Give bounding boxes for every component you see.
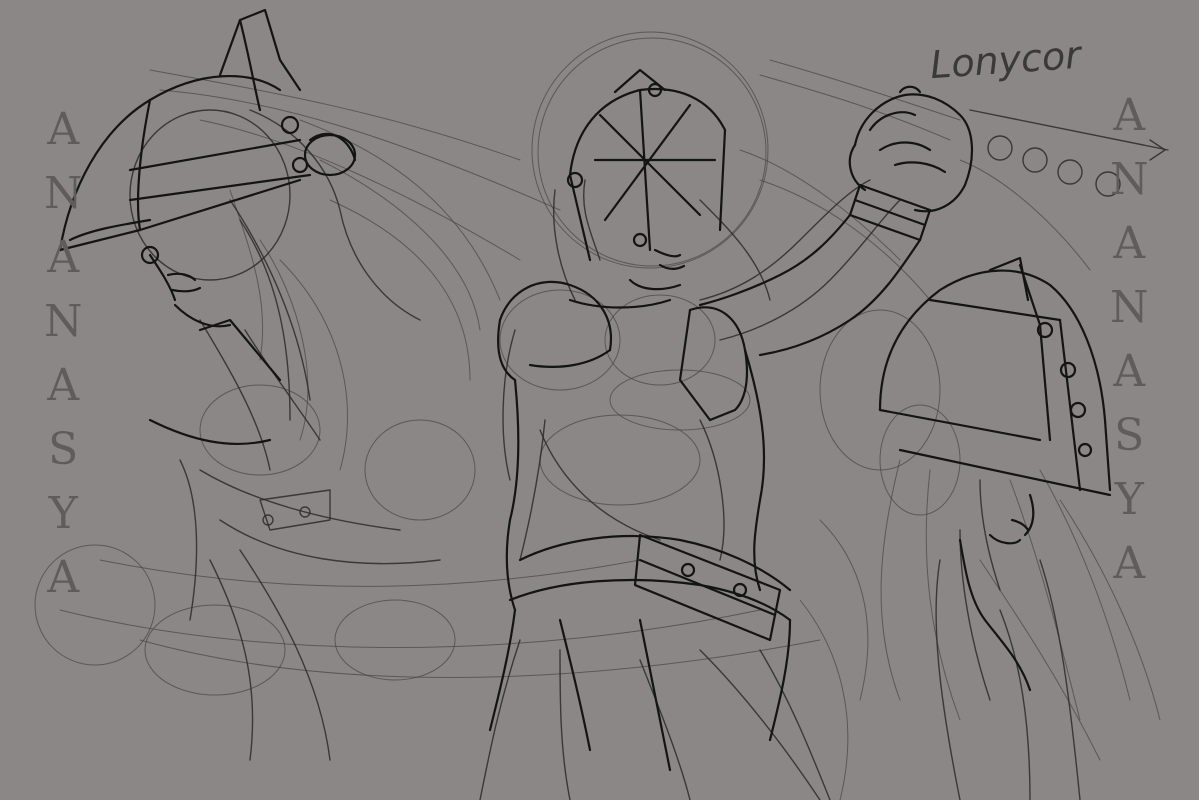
watermark-letter: N	[1110, 282, 1149, 333]
watermark-letter: Y	[1114, 474, 1144, 525]
watermark-letter: N	[1110, 154, 1149, 205]
watermark-letter: N	[44, 296, 83, 347]
artwork-canvas: ANANASYA ANANASYA Lonycor	[0, 0, 1199, 800]
watermark-letter: S	[48, 424, 79, 475]
watermark-letter: Y	[48, 488, 78, 539]
sketch-construction-lines	[34, 31, 1161, 800]
watermark-letter: N	[44, 168, 83, 219]
watermark-letter: A	[47, 232, 80, 283]
watermark-letter: S	[1114, 410, 1145, 461]
watermark-right: ANANASYA	[1110, 84, 1149, 596]
sketch-figure-outlines	[129, 109, 1169, 800]
watermark-letter: A	[1113, 346, 1146, 397]
watermark-letter: A	[1113, 90, 1146, 141]
watermark-letter: A	[47, 360, 80, 411]
watermark-letter: A	[47, 552, 80, 603]
watermark-letter: A	[47, 104, 80, 155]
watermark-letter: A	[1113, 538, 1146, 589]
watermark-letter: A	[1113, 218, 1146, 269]
watermark-left: ANANASYA	[44, 98, 83, 610]
pencil-sketch-three-warriors	[34, 8, 1169, 800]
